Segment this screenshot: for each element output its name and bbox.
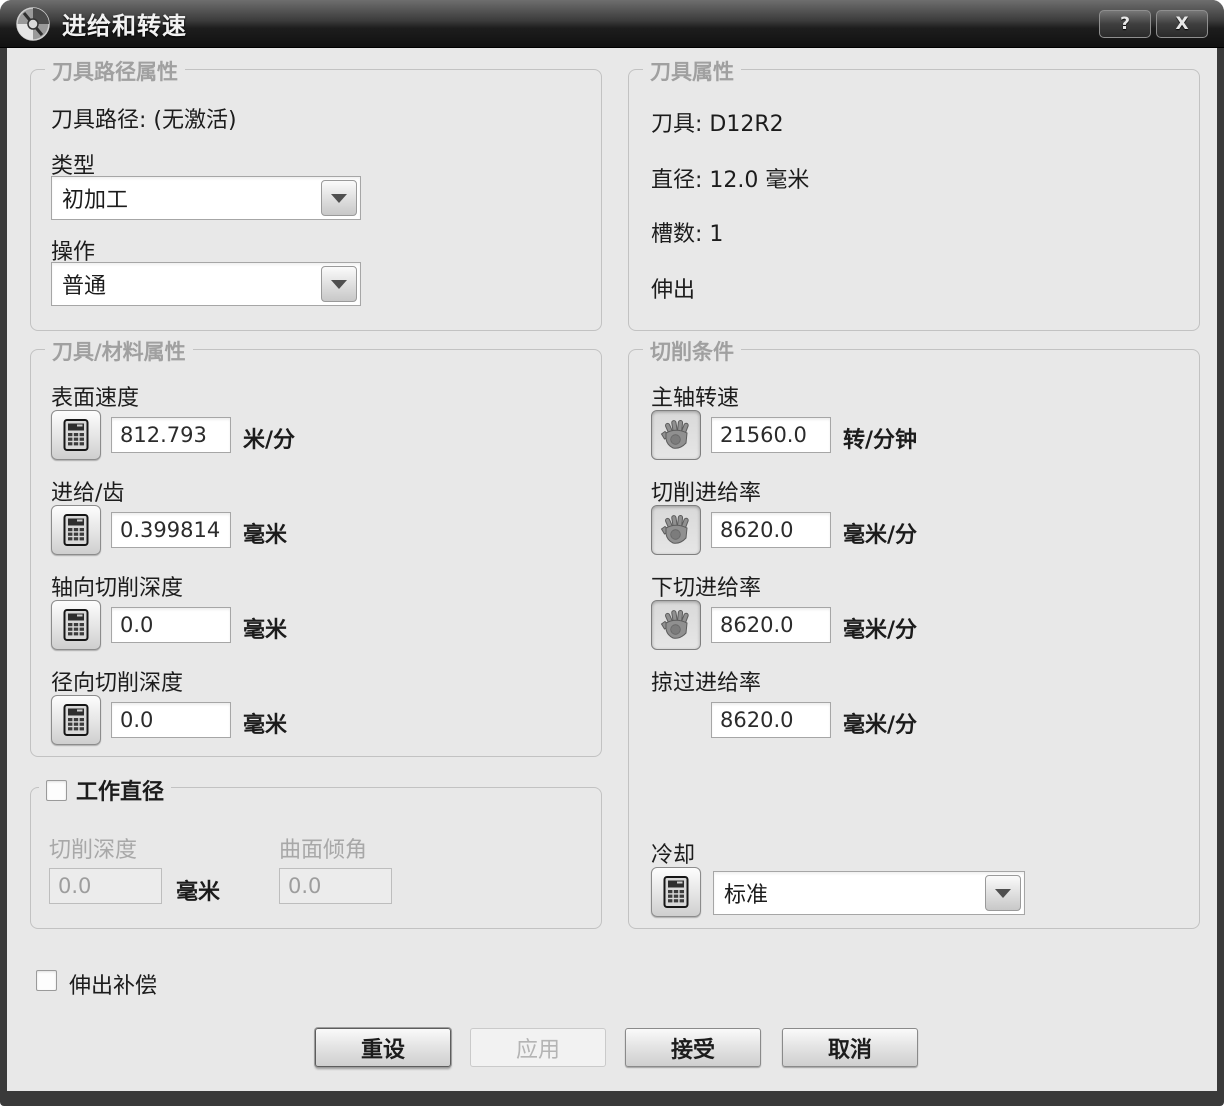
skim-feedrate-unit: 毫米/分 [843, 713, 918, 738]
toolpath-group-legend: 刀具路径属性 [45, 56, 185, 86]
tool-properties-group: 刀具属性 刀具: D12R2 直径: 12.0 毫米 槽数: 1 伸出 [628, 56, 1200, 331]
close-button[interactable]: X [1156, 9, 1208, 38]
skim-feedrate-label: 掠过进给率 [651, 671, 762, 696]
cutting-conditions-legend: 切削条件 [643, 336, 741, 366]
dialog-client-area: 刀具路径属性 刀具路径: (无激活) 类型 初加工 操作 普通 刀具属性 刀具:… [7, 48, 1217, 1091]
help-button[interactable]: ? [1099, 9, 1151, 38]
chevron-down-icon [331, 279, 347, 289]
type-dropdown[interactable]: 初加工 [51, 176, 361, 220]
cut-feedrate-unit: 毫米/分 [843, 523, 918, 548]
surface-speed-label: 表面速度 [51, 386, 140, 411]
plunge-feedrate-unit: 毫米/分 [843, 618, 918, 643]
working-diameter-label: 工作直径 [76, 780, 165, 805]
feed-per-tooth-input[interactable] [111, 512, 231, 548]
calculator-icon [63, 419, 89, 451]
cutting-conditions-group: 切削条件 主轴转速 转/分钟 切削进给率 毫米/分 下切进给率 毫米/分 [628, 336, 1200, 929]
type-dropdown-button[interactable] [321, 180, 357, 216]
chevron-down-icon [995, 888, 1011, 898]
milling-tool-icon [15, 6, 51, 41]
cut-feedrate-label: 切削进给率 [651, 481, 762, 506]
accept-button[interactable]: 接受 [625, 1028, 761, 1067]
operation-dropdown-button[interactable] [321, 266, 357, 302]
plunge-feedrate-input[interactable] [711, 607, 831, 643]
working-diameter-checkbox[interactable] [46, 779, 67, 801]
calculator-icon [63, 704, 89, 736]
apply-button[interactable]: 应用 [470, 1028, 606, 1067]
type-dropdown-value: 初加工 [62, 188, 129, 213]
hand-icon [661, 609, 690, 639]
plunge-feedrate-hand-button[interactable] [651, 600, 701, 650]
coolant-calc-button[interactable] [651, 867, 701, 917]
calculator-icon [663, 876, 689, 908]
feed-per-tooth-unit: 毫米 [243, 523, 288, 548]
plunge-feedrate-label: 下切进给率 [651, 576, 762, 601]
working-diameter-group: 工作直径 切削深度 毫米 曲面倾角 [30, 774, 602, 929]
surface-angle-input[interactable] [279, 868, 392, 904]
spindle-speed-unit: 转/分钟 [843, 428, 918, 453]
surface-speed-unit: 米/分 [243, 428, 296, 453]
spindle-speed-label: 主轴转速 [651, 386, 740, 411]
axial-depth-label: 轴向切削深度 [51, 576, 184, 601]
cut-depth-unit: 毫米 [176, 880, 221, 905]
coolant-dropdown-button[interactable] [985, 875, 1021, 911]
hand-icon [661, 514, 690, 544]
axial-depth-input[interactable] [111, 607, 231, 643]
skim-feedrate-input[interactable] [711, 702, 831, 738]
feed-speed-dialog: 进给和转速 ? X 刀具路径属性 刀具路径: (无激活) 类型 初加工 操作 普… [0, 0, 1224, 1106]
coolant-dropdown-value: 标准 [724, 883, 769, 908]
spindle-speed-hand-button[interactable] [651, 410, 701, 460]
tool-group-legend: 刀具属性 [643, 56, 741, 86]
cut-depth-label: 切削深度 [49, 838, 138, 863]
chevron-down-icon [331, 193, 347, 203]
radial-depth-input[interactable] [111, 702, 231, 738]
cut-feedrate-hand-button[interactable] [651, 505, 701, 555]
title-bar[interactable]: 进给和转速 ? X [0, 0, 1224, 48]
hand-icon [661, 419, 690, 449]
tool-name-label: 刀具: D12R2 [651, 112, 784, 137]
tool-diameter-label: 直径: 12.0 毫米 [651, 168, 810, 193]
calculator-icon [63, 609, 89, 641]
surface-speed-input[interactable] [111, 417, 231, 453]
calculator-icon [63, 514, 89, 546]
reset-button[interactable]: 重设 [315, 1028, 451, 1067]
cancel-button[interactable]: 取消 [782, 1028, 918, 1067]
cut-feedrate-input[interactable] [711, 512, 831, 548]
feed-per-tooth-label: 进给/齿 [51, 481, 125, 506]
cut-depth-input[interactable] [49, 868, 162, 904]
toolpath-properties-group: 刀具路径属性 刀具路径: (无激活) 类型 初加工 操作 普通 [30, 56, 602, 331]
operation-dropdown[interactable]: 普通 [51, 262, 361, 306]
operation-dropdown-value: 普通 [62, 274, 107, 299]
radial-depth-unit: 毫米 [243, 713, 288, 738]
coolant-label: 冷却 [651, 843, 696, 868]
stickout-comp-label: 伸出补偿 [69, 974, 158, 999]
radial-depth-label: 径向切削深度 [51, 671, 184, 696]
axial-depth-unit: 毫米 [243, 618, 288, 643]
toolpath-status-label: 刀具路径: (无激活) [51, 108, 237, 133]
tool-stickout-label: 伸出 [651, 278, 696, 303]
radial-depth-calc-button[interactable] [51, 695, 101, 745]
feed-per-tooth-calc-button[interactable] [51, 505, 101, 555]
surface-angle-label: 曲面倾角 [279, 838, 368, 863]
dialog-title: 进给和转速 [62, 12, 187, 40]
stickout-comp-checkbox[interactable] [36, 970, 57, 991]
tool-material-group: 刀具/材料属性 表面速度 米/分 进给/齿 毫米 轴向切削深度 毫米 径 [30, 336, 602, 757]
tool-material-legend: 刀具/材料属性 [45, 336, 193, 366]
axial-depth-calc-button[interactable] [51, 600, 101, 650]
tool-flutes-label: 槽数: 1 [651, 222, 724, 247]
spindle-speed-input[interactable] [711, 417, 831, 453]
coolant-dropdown[interactable]: 标准 [713, 871, 1025, 915]
surface-speed-calc-button[interactable] [51, 410, 101, 460]
